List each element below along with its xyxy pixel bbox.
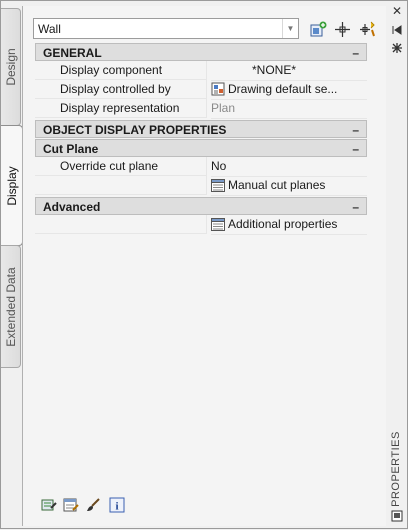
tab-design[interactable]: Design [1,8,21,126]
category-object-display-label: OBJECT DISPLAY PROPERTIES [43,123,227,137]
property-row-additional-properties[interactable]: Additional properties [35,215,367,235]
category-general[interactable]: GENERAL – [35,43,367,61]
worksheet-icon [211,179,225,195]
collapse-icon[interactable]: – [352,121,359,139]
property-row-display-representation[interactable]: Display representation Plan [35,99,367,119]
property-value[interactable]: No [211,157,367,177]
edit-style-icon[interactable] [41,497,57,513]
close-icon[interactable]: ✕ [390,4,404,18]
property-value: Plan [211,99,367,119]
manual-cut-planes-button[interactable]: Manual cut planes [211,176,367,196]
property-row-display-component[interactable]: Display component *NONE* [35,61,367,81]
property-label: Display representation [35,99,207,118]
property-label-empty [35,215,207,234]
style-display-icon[interactable] [63,497,79,513]
collapse-icon[interactable]: – [352,140,359,158]
property-label: Override cut plane [35,157,207,176]
property-row-override-cut-plane[interactable]: Override cut plane No [35,157,367,177]
palette-menu-icon[interactable] [390,509,404,523]
collapse-icon[interactable]: – [352,44,359,62]
pick-object-icon[interactable] [332,19,352,39]
svg-text:i: i [115,501,118,513]
category-cut-plane-label: Cut Plane [43,142,99,156]
properties-content: Wall ▼ GENERAL – Display component *NONE… [22,6,386,526]
tab-design-label: Design [3,48,18,86]
drawing-default-icon [211,82,225,99]
chevron-down-icon[interactable]: ▼ [282,19,298,38]
property-label: Display controlled by [35,80,207,99]
additional-properties-button[interactable]: Additional properties [211,215,367,235]
collapse-icon[interactable]: – [352,198,359,216]
object-type-value: Wall [38,22,61,36]
palette-properties-icon[interactable] [390,41,404,55]
tab-display-label: Display [4,165,19,206]
paintbrush-icon[interactable] [85,497,101,513]
category-advanced[interactable]: Advanced – [35,197,367,215]
property-value: Drawing default se... [228,82,338,96]
tab-extended-data-label: Extended Data [3,266,18,347]
category-advanced-label: Advanced [43,200,101,214]
add-style-icon[interactable] [308,19,328,39]
property-grid: GENERAL – Display component *NONE* Displ… [35,43,367,235]
property-label: Display component [35,61,207,80]
category-general-label: GENERAL [43,46,102,60]
properties-palette: Design Display Extended Data Wall ▼ GENE… [0,0,408,529]
worksheet-icon [211,218,225,234]
quick-select-icon[interactable] [357,19,377,39]
info-icon[interactable]: i [109,497,125,513]
property-row-display-controlled-by[interactable]: Display controlled by Drawing default se… [35,80,367,100]
tab-display[interactable]: Display [1,125,23,246]
palette-title-bar[interactable]: ✕ PROPERTIES [386,1,408,530]
object-type-select[interactable]: Wall ▼ [33,18,299,39]
palette-title: PROPERTIES [390,431,402,507]
additional-properties-label: Additional properties [228,217,338,231]
category-cut-plane[interactable]: Cut Plane – [35,139,367,157]
tab-extended-data[interactable]: Extended Data [1,245,21,368]
manual-cut-planes-label: Manual cut planes [228,178,326,192]
auto-hide-icon[interactable] [390,23,404,37]
property-value-cell[interactable]: Drawing default se... [211,80,367,100]
category-object-display-properties[interactable]: OBJECT DISPLAY PROPERTIES – [35,120,367,138]
property-row-manual-cut-planes[interactable]: Manual cut planes [35,176,367,196]
property-value[interactable]: *NONE* [211,61,367,81]
property-label-empty [35,176,207,195]
